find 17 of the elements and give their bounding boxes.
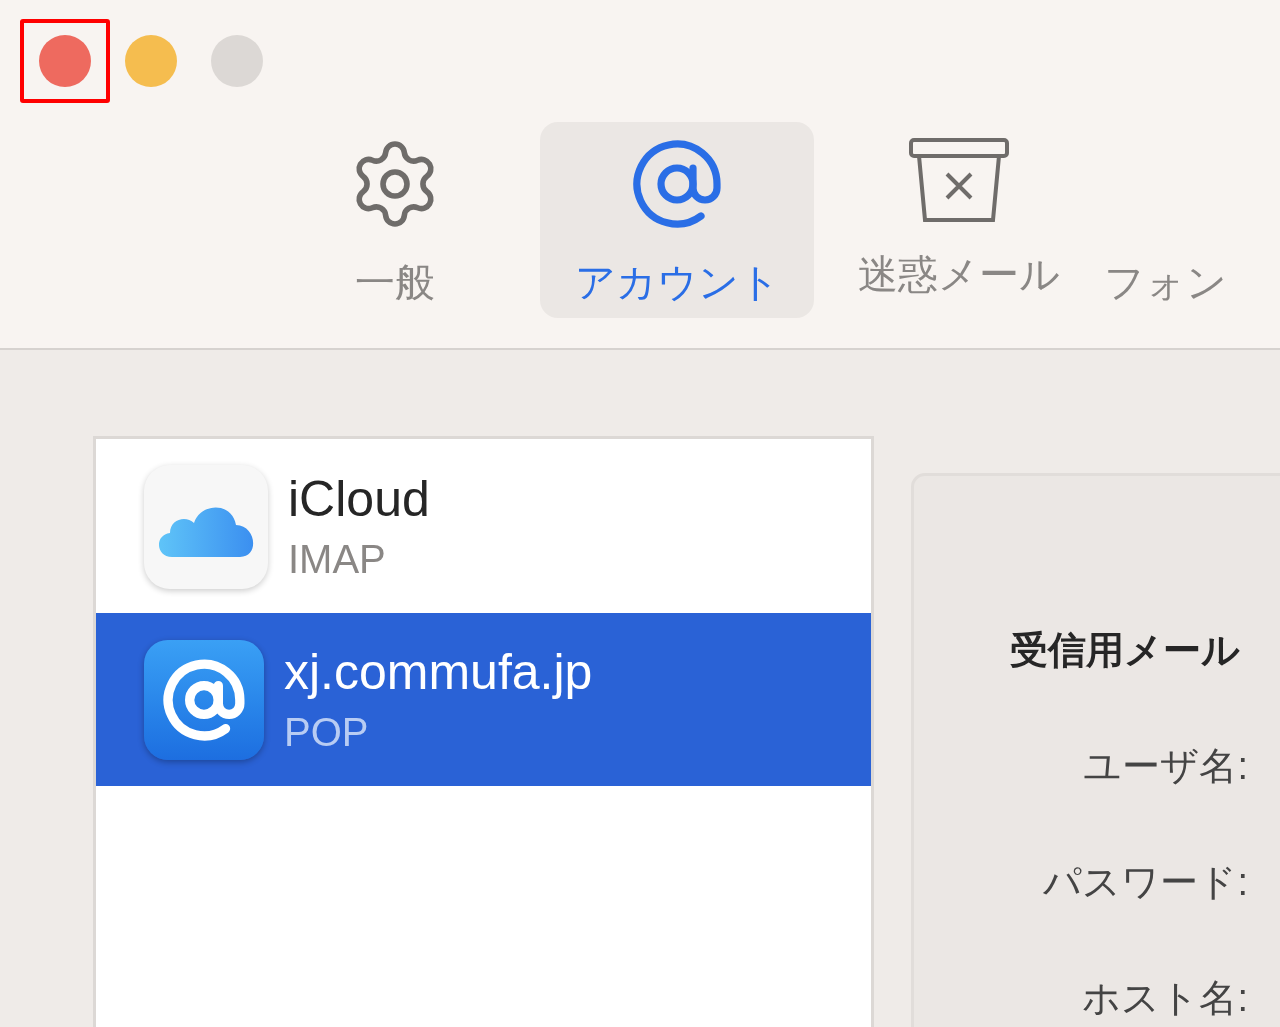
- toolbar-tab[interactable]: フォン: [1104, 122, 1227, 318]
- toolbar-tab[interactable]: 一般: [260, 122, 530, 318]
- at-sign-icon: [144, 639, 264, 760]
- account-row[interactable]: xj.commufa.jp POP: [96, 613, 871, 786]
- close-button[interactable]: [20, 19, 110, 103]
- toolbar-tab[interactable]: 迷惑メール: [824, 122, 1094, 318]
- section-heading: 受信用メール: [1010, 628, 1240, 672]
- account-name: iCloud: [288, 469, 430, 529]
- field-label: パスワード:: [1043, 860, 1248, 904]
- field-label: ユーザ名:: [1083, 744, 1248, 788]
- account-name: xj.commufa.jp: [284, 642, 593, 702]
- cloud-icon: [144, 464, 268, 589]
- field-label: ホスト名:: [1082, 976, 1248, 1020]
- account-type: IMAP: [288, 535, 387, 583]
- account-type: POP: [284, 708, 370, 756]
- toolbar-tab[interactable]: アカウント: [540, 122, 814, 318]
- junk-box-icon: [909, 136, 1009, 224]
